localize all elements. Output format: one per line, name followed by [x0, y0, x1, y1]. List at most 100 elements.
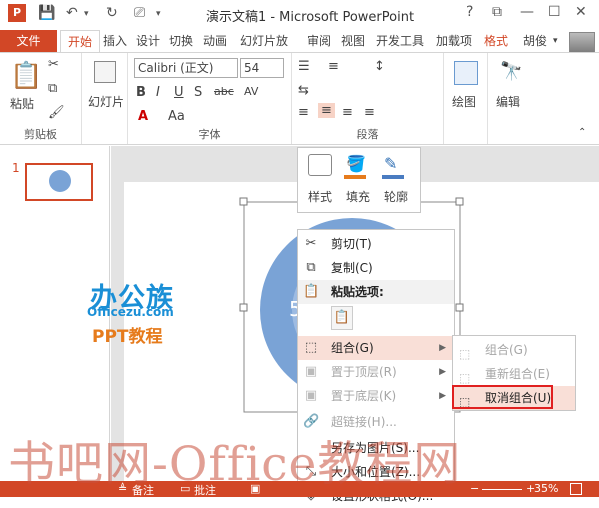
slides-group: 幻灯片	[82, 53, 128, 144]
save-icon[interactable]: 💾	[38, 5, 55, 21]
ribbon: 📋 粘贴 ✂ ⧉ 🖌 剪贴板 幻灯片 Calibri (正文) 54 B I U…	[0, 52, 599, 145]
tab-design[interactable]: 设计	[133, 30, 163, 52]
find-icon[interactable]: 🔭	[500, 61, 522, 82]
drawing-group: 绘图	[444, 53, 488, 144]
justify-icon[interactable]: ≡	[364, 105, 375, 120]
fill-label[interactable]: 填充	[346, 188, 370, 205]
mini-toolbar: 🪣 ✎ 样式 填充 轮廓	[297, 147, 421, 213]
slide-number: 1	[12, 161, 20, 175]
shape-style-icon[interactable]	[308, 154, 332, 176]
tab-view[interactable]: 视图	[338, 30, 368, 52]
outline-label[interactable]: 轮廓	[384, 188, 408, 205]
paste-option-button[interactable]: 📋	[331, 306, 353, 330]
font-name-select[interactable]: Calibri (正文)	[134, 58, 238, 78]
drawing-label[interactable]: 绘图	[452, 93, 476, 110]
collapse-ribbon-icon[interactable]: ⌃	[578, 127, 586, 138]
thumbnail-circle	[49, 170, 71, 192]
tab-file[interactable]: 文件	[0, 30, 57, 52]
menu-item-group[interactable]: ⬚ 组合(G) ▶	[298, 336, 454, 360]
user-name[interactable]: 胡俊	[523, 30, 547, 52]
submenu-arrow-icon: ▶	[439, 391, 446, 401]
paste-icon: 📋	[303, 284, 320, 299]
slide-thumbnail[interactable]	[25, 163, 93, 201]
group-icon: ⬚	[304, 340, 318, 355]
char-spacing-button[interactable]: AV	[244, 85, 258, 98]
line-spacing-icon[interactable]: ↕	[374, 59, 385, 74]
highlight-box	[452, 385, 553, 409]
font-group: Calibri (正文) 54 B I U S abc AV A Aa 字体	[128, 53, 292, 144]
undo-dropdown-icon[interactable]: ▾	[84, 9, 89, 19]
outline-color-swatch	[382, 175, 404, 179]
change-case-button[interactable]: Aa	[168, 109, 185, 124]
watermark: 书吧网-Office教程网	[8, 437, 462, 492]
zoom-slider[interactable]	[482, 489, 522, 490]
strikethrough-button[interactable]: abc	[214, 85, 234, 98]
bold-button[interactable]: B	[136, 85, 146, 100]
maximize-button[interactable]: ☐	[548, 4, 561, 20]
menu-item-send-back: ▣ 置于底层(K) ▶	[298, 384, 454, 408]
ribbon-tabs: 文件 开始 插入 设计 切换 动画 幻灯片放 审阅 视图 开发工具 加载项 格式…	[0, 30, 599, 58]
send-back-icon: ▣	[304, 388, 318, 403]
underline-button[interactable]: U	[174, 85, 184, 100]
align-right-icon[interactable]: ≡	[342, 105, 353, 120]
italic-button[interactable]: I	[156, 85, 160, 100]
new-slide-icon[interactable]	[94, 61, 116, 83]
bullets-icon[interactable]: ☰	[298, 59, 310, 74]
powerpoint-logo-icon: P	[8, 4, 26, 22]
user-dropdown-icon[interactable]: ▾	[553, 30, 558, 52]
ribbon-display-icon[interactable]: ⧉	[492, 4, 502, 20]
tab-insert[interactable]: 插入	[100, 30, 130, 52]
present-icon[interactable]: ⎚	[134, 5, 145, 21]
redo-icon[interactable]: ↻	[106, 5, 118, 21]
tab-animations[interactable]: 动画	[200, 30, 230, 52]
tab-transitions[interactable]: 切换	[166, 30, 196, 52]
title-bar: P 💾 ↶ ▾ ↻ ⎚ ▾ 演示文稿1 - Microsoft PowerPoi…	[0, 0, 599, 30]
zoom-out-icon[interactable]: −	[470, 482, 479, 495]
undo-icon[interactable]: ↶	[66, 5, 78, 21]
text-direction-icon[interactable]: ⇆	[298, 83, 309, 98]
tab-format[interactable]: 格式	[480, 30, 512, 52]
submenu-item-group: ⬚ 组合(G)	[453, 338, 575, 362]
shapes-icon[interactable]	[454, 61, 478, 85]
editing-group: 🔭 编辑	[488, 53, 532, 144]
font-size-select[interactable]: 54	[240, 58, 284, 78]
menu-item-copy[interactable]: ⧉ 复制(C)	[298, 256, 454, 280]
submenu-item-regroup: ⬚ 重新组合(E)	[453, 362, 575, 386]
customize-qat-icon[interactable]: ▾	[156, 9, 161, 19]
scissors-icon: ✂	[305, 236, 317, 251]
cut-icon[interactable]: ✂	[48, 57, 59, 72]
paste-label[interactable]: 粘贴	[10, 95, 34, 112]
copy-icon[interactable]: ⧉	[48, 81, 57, 96]
tab-developer[interactable]: 开发工具	[372, 30, 428, 52]
zoom-level[interactable]: 35%	[534, 482, 558, 495]
paragraph-group-label: 段落	[356, 128, 379, 141]
editing-label[interactable]: 编辑	[496, 93, 520, 110]
align-left-icon[interactable]: ≡	[298, 105, 309, 120]
fit-slide-icon[interactable]	[570, 483, 582, 495]
font-color-button[interactable]: A	[138, 109, 148, 124]
copy-icon: ⧉	[306, 260, 316, 275]
tab-slideshow[interactable]: 幻灯片放	[234, 30, 294, 52]
align-center-icon[interactable]: ≡	[318, 103, 335, 118]
outline-icon[interactable]: ✎	[384, 154, 397, 173]
tab-review[interactable]: 审阅	[304, 30, 334, 52]
style-label[interactable]: 样式	[308, 188, 332, 205]
slides-label[interactable]: 幻灯片	[88, 93, 124, 110]
fill-icon[interactable]: 🪣	[346, 154, 366, 173]
format-painter-icon[interactable]: 🖌	[48, 105, 65, 120]
submenu-arrow-icon: ▶	[439, 367, 446, 377]
clipboard-group: 📋 粘贴 ✂ ⧉ 🖌 剪贴板	[0, 53, 82, 144]
shadow-button[interactable]: S	[194, 85, 202, 100]
minimize-button[interactable]: —	[520, 4, 534, 20]
font-group-label: 字体	[198, 128, 221, 141]
help-button[interactable]: ?	[466, 4, 473, 20]
numbering-icon[interactable]: ≡	[328, 59, 339, 74]
tab-home[interactable]: 开始	[60, 30, 100, 52]
paste-icon[interactable]: 📋	[10, 61, 42, 91]
clipboard-group-label: 剪贴板	[24, 128, 57, 141]
menu-item-bring-front: ▣ 置于顶层(R) ▶	[298, 360, 454, 384]
fill-color-swatch	[344, 175, 366, 179]
tab-addins[interactable]: 加载项	[432, 30, 476, 52]
close-button[interactable]: ✕	[575, 4, 587, 20]
menu-item-cut[interactable]: ✂ 剪切(T)	[298, 232, 454, 256]
